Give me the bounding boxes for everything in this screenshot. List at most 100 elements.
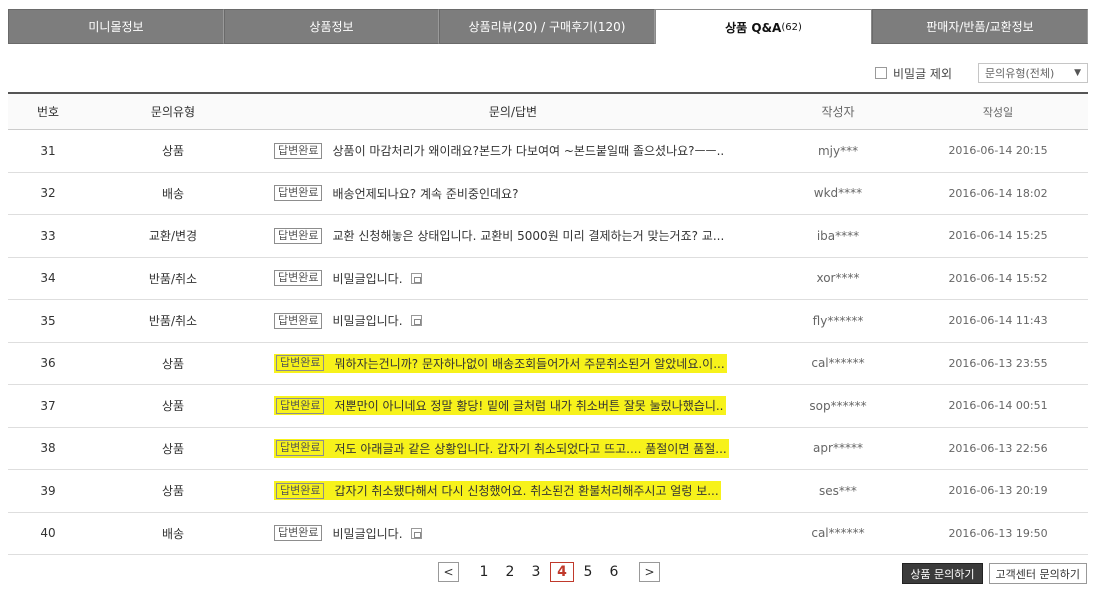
- lock-icon: [410, 315, 422, 327]
- question-link[interactable]: 배송언제되나요? 계속 준비중인데요?: [332, 185, 518, 202]
- header-number: 번호: [36, 105, 60, 119]
- row-question: 답변완료 상품이 마감처리가 왜이래요?본드가 다보여여 ~본드붙일때 졸으셨나요…: [258, 142, 768, 159]
- answer-status-badge: 답변완료: [274, 312, 323, 329]
- select-value: 문의유형(전체): [985, 67, 1055, 80]
- chevron-down-icon: ▼: [1074, 68, 1081, 78]
- row-date: 2016-06-14 15:25: [948, 229, 1048, 243]
- page-5[interactable]: 5: [575, 564, 601, 580]
- header-question: 문의/답변: [488, 105, 538, 119]
- tab-reviews[interactable]: 상품리뷰(20) / 구매후기(120): [439, 9, 655, 44]
- row-type: 상품: [161, 484, 185, 499]
- filter-bar: 비밀글 제외 문의유형(전체) ▼: [874, 63, 1088, 83]
- prev-page-button[interactable]: <: [438, 562, 459, 582]
- row-date: 2016-06-13 22:56: [948, 441, 1048, 455]
- tab-count: (62): [781, 21, 802, 33]
- answer-status-badge: 답변완료: [276, 482, 325, 499]
- table-row: 37 상품 답변완료 저뿐만이 아니네요 정말 황당! 밑에 글처럼 내가 취소버…: [8, 385, 1088, 428]
- answer-status-badge: 답변완료: [274, 142, 323, 159]
- row-type: 배송: [161, 526, 185, 541]
- lock-icon: [410, 272, 422, 284]
- tab-label: 상품리뷰(20) / 구매후기(120): [468, 20, 626, 34]
- row-question: 답변완료 저도 아래글과 같은 상황입니다. 갑자기 취소되었다고 뜨고.... …: [258, 437, 768, 459]
- row-question: 답변완료 교환 신청해놓은 상태입니다. 교환비 5000원 미리 결제하는거 맞…: [258, 227, 768, 244]
- row-date: 2016-06-14 11:43: [948, 314, 1048, 328]
- page-1[interactable]: 1: [471, 564, 497, 580]
- row-writer: fly******: [812, 313, 864, 328]
- next-page-button[interactable]: >: [639, 562, 660, 582]
- row-type: 상품: [161, 144, 185, 159]
- row-writer: apr*****: [813, 441, 863, 456]
- question-link[interactable]: 비밀글입니다.: [332, 312, 402, 329]
- question-link[interactable]: 비밀글입니다.: [332, 270, 402, 287]
- tab-label: 미니몰정보: [88, 20, 144, 34]
- pagination: < 1 2 3 4 5 6 >: [438, 562, 660, 582]
- row-number: 35: [40, 313, 56, 328]
- product-inquiry-button[interactable]: 상품 문의하기: [902, 563, 983, 584]
- inquiry-type-select[interactable]: 문의유형(전체) ▼: [978, 63, 1088, 83]
- question-link[interactable]: 저도 아래글과 같은 상황입니다. 갑자기 취소되었다고 뜨고.... 품절이면…: [334, 440, 726, 457]
- qna-table: 번호 문의유형 문의/답변 작성자 작성일 31 상품 답변완료 상품이 마감처리…: [8, 92, 1088, 555]
- cs-inquiry-button[interactable]: 고객센터 문의하기: [988, 563, 1087, 584]
- question-link[interactable]: 저뿐만이 아니네요 정말 황당! 밑에 글처럼 내가 취소버튼 잘못 눌렀나했습…: [334, 397, 723, 414]
- highlight-marker: 답변완료 저도 아래글과 같은 상황입니다. 갑자기 취소되었다고 뜨고.... …: [274, 437, 729, 459]
- row-question: 답변완료 갑자기 취소됐다해서 다시 신청했어요. 취소된건 환불처리해주시고 얼…: [258, 480, 768, 502]
- answer-status-badge: 답변완료: [274, 227, 323, 244]
- page-4-current[interactable]: 4: [550, 562, 574, 582]
- row-writer: mjy***: [817, 143, 859, 158]
- bottom-actions: 상품 문의하기 고객센터 문의하기: [902, 563, 1087, 584]
- question-link[interactable]: 교환 신청해놓은 상태입니다. 교환비 5000원 미리 결제하는거 맞는거죠?…: [332, 227, 724, 244]
- page-numbers: 1 2 3 4 5 6: [471, 562, 627, 582]
- secret-exclude-label: 비밀글 제외: [892, 66, 952, 81]
- table-header: 번호 문의유형 문의/답변 작성자 작성일: [8, 94, 1088, 130]
- question-link[interactable]: 비밀글입니다.: [332, 525, 402, 542]
- row-number: 37: [40, 398, 56, 413]
- header-writer: 작성자: [821, 105, 855, 119]
- row-question: 답변완료 비밀글입니다.: [258, 525, 768, 542]
- question-link[interactable]: 상품이 마감처리가 왜이래요?본드가 다보여여 ~본드붙일때 졸으셨나요?ㅡㅡ.…: [332, 142, 724, 159]
- answer-status-badge: 답변완료: [276, 355, 325, 372]
- secret-exclude-checkbox[interactable]: [874, 67, 887, 79]
- table-row: 39 상품 답변완료 갑자기 취소됐다해서 다시 신청했어요. 취소된건 환불처리…: [8, 470, 1088, 513]
- row-date: 2016-06-14 15:52: [948, 271, 1048, 285]
- page-3[interactable]: 3: [523, 564, 549, 580]
- row-number: 34: [40, 271, 56, 286]
- row-type: 반품/취소: [148, 271, 198, 286]
- row-date: 2016-06-14 20:15: [948, 144, 1048, 158]
- page-6[interactable]: 6: [601, 564, 627, 580]
- row-question: 답변완료 저뿐만이 아니네요 정말 황당! 밑에 글처럼 내가 취소버튼 잘못 눌…: [258, 395, 768, 417]
- row-type: 상품: [161, 356, 185, 371]
- row-writer: wkd****: [813, 186, 863, 201]
- table-row: 33 교환/변경 답변완료 교환 신청해놓은 상태입니다. 교환비 5000원 미…: [8, 215, 1088, 258]
- highlight-marker: 답변완료 갑자기 취소됐다해서 다시 신청했어요. 취소된건 환불처리해주시고 얼…: [274, 480, 721, 502]
- tab-product-qna[interactable]: 상품 Q&A (62): [655, 9, 872, 44]
- row-number: 39: [40, 483, 56, 498]
- row-question: 답변완료 비밀글입니다.: [258, 270, 768, 287]
- row-date: 2016-06-13 20:19: [948, 484, 1048, 498]
- row-number: 36: [40, 356, 56, 371]
- table-row: 38 상품 답변완료 저도 아래글과 같은 상황입니다. 갑자기 취소되었다고 뜨…: [8, 428, 1088, 470]
- row-writer: ses***: [819, 483, 857, 498]
- row-type: 교환/변경: [148, 229, 198, 244]
- page-2[interactable]: 2: [497, 564, 523, 580]
- row-number: 33: [40, 228, 56, 243]
- row-type: 반품/취소: [148, 314, 198, 329]
- tab-label: 상품정보: [309, 20, 354, 34]
- tab-product-info[interactable]: 상품정보: [224, 9, 439, 44]
- row-type: 상품: [161, 441, 185, 456]
- row-question: 답변완료 배송언제되나요? 계속 준비중인데요?: [258, 185, 768, 202]
- table-row: 34 반품/취소 답변완료 비밀글입니다. xor**** 2016-06-14 …: [8, 258, 1088, 300]
- lock-icon: [410, 527, 422, 539]
- tab-seller-return-info[interactable]: 판매자/반품/교환정보: [872, 9, 1088, 44]
- tab-minimall-info[interactable]: 미니몰정보: [8, 9, 224, 44]
- table-row: 32 배송 답변완료 배송언제되나요? 계속 준비중인데요? wkd**** 20…: [8, 173, 1088, 215]
- highlight-marker: 답변완료 뭐하자는건니까? 문자하나없이 배송조회들어가서 주문취소된거 알았네요…: [274, 352, 727, 374]
- row-number: 32: [40, 186, 56, 201]
- table-row: 35 반품/취소 답변완료 비밀글입니다. fly****** 2016-06-1…: [8, 300, 1088, 343]
- row-writer: sop******: [809, 398, 867, 413]
- row-type: 배송: [161, 186, 185, 201]
- question-link[interactable]: 갑자기 취소됐다해서 다시 신청했어요. 취소된건 환불처리해주시고 얼렁 보.…: [334, 482, 718, 499]
- question-link[interactable]: 뭐하자는건니까? 문자하나없이 배송조회들어가서 주문취소된거 알았네요.이..…: [334, 355, 724, 372]
- header-date: 작성일: [982, 105, 1014, 119]
- row-writer: cal******: [811, 356, 865, 371]
- answer-status-badge: 답변완료: [274, 525, 323, 542]
